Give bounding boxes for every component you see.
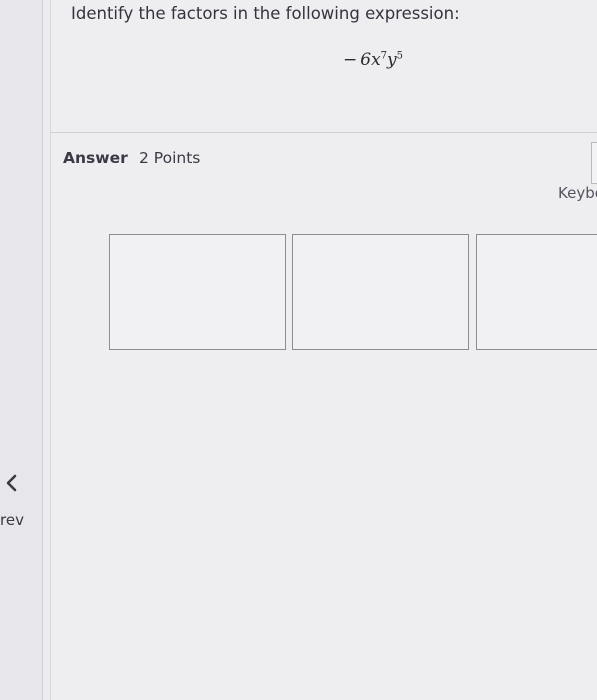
chevron-left-icon[interactable]: [2, 470, 22, 496]
left-nav-strip: rev: [0, 0, 43, 700]
answer-input-box-3[interactable]: [476, 234, 597, 350]
expression-sign: −: [343, 50, 358, 70]
expression-var-x: x: [371, 50, 381, 70]
keyboard-link[interactable]: Keybo: [558, 184, 597, 202]
answer-input-box-2[interactable]: [292, 234, 469, 350]
expression-coefficient: 6: [360, 50, 372, 70]
question-area: Identify the factors in the following ex…: [51, 0, 597, 133]
math-expression: −6x7y5: [343, 50, 403, 70]
prev-button-label[interactable]: rev: [0, 511, 24, 529]
points-label: 2 Points: [139, 149, 201, 167]
expression-exponent-y: 5: [396, 50, 404, 62]
question-prompt: Identify the factors in the following ex…: [71, 4, 460, 23]
answer-label: Answer: [63, 149, 128, 167]
question-panel: Identify the factors in the following ex…: [50, 0, 597, 700]
toolbar-edge-box[interactable]: [591, 142, 597, 184]
expression-var-y: y: [387, 50, 397, 70]
answer-input-box-1[interactable]: [109, 234, 286, 350]
